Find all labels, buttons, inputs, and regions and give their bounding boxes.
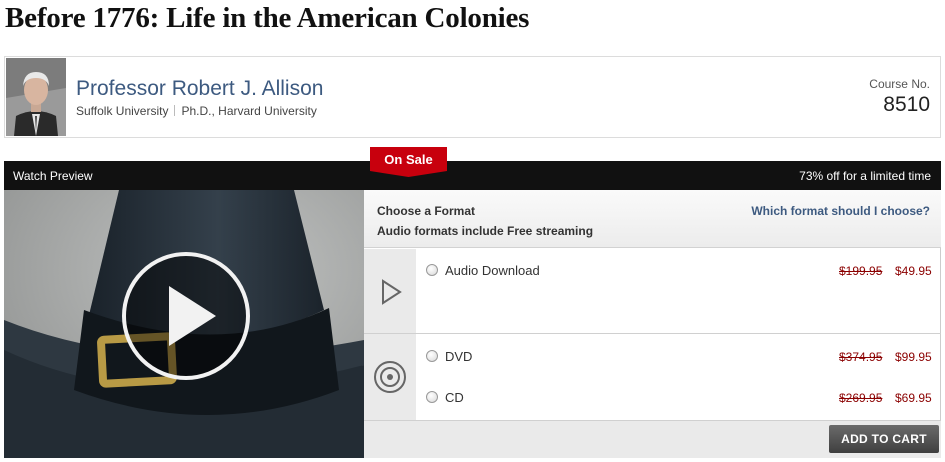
professor-school: Suffolk University (76, 104, 169, 118)
preview-bar: Watch Preview 73% off for a limited time (4, 161, 941, 190)
audio-streaming-note: Audio formats include Free streaming (377, 224, 594, 238)
format-label: Audio Download (445, 263, 540, 278)
course-number-label: Course No. (869, 77, 930, 91)
sale-price: $99.95 (895, 350, 932, 364)
professor-avatar (6, 58, 66, 136)
page-title: Before 1776: Life in the American Coloni… (5, 2, 530, 34)
format-label: CD (445, 390, 464, 405)
professor-degree: Ph.D., Harvard University (181, 104, 317, 118)
old-price: $269.95 (839, 391, 883, 405)
format-option-cd[interactable]: CD (426, 390, 464, 405)
professor-card: Professor Robert J. Allison Suffolk Univ… (4, 56, 941, 138)
course-number: 8510 (883, 93, 930, 116)
video-preview[interactable] (4, 190, 364, 458)
format-option-audio[interactable]: Audio Download (426, 263, 540, 278)
old-price: $374.95 (839, 350, 883, 364)
radio-audio-download[interactable] (426, 264, 438, 276)
discount-text: 73% off for a limited time (799, 169, 931, 183)
play-icon[interactable] (122, 252, 250, 380)
sale-price: $69.95 (895, 391, 932, 405)
audio-format-icon-cell (364, 249, 416, 333)
credential-divider (174, 105, 176, 116)
disc-icon (374, 361, 406, 393)
format-label: DVD (445, 349, 473, 364)
professor-credentials: Suffolk University Ph.D., Harvard Univers… (76, 104, 317, 118)
disc-format-icon-cell (364, 334, 416, 420)
format-panel-header: Choose a Format Audio formats include Fr… (364, 190, 941, 248)
which-format-link[interactable]: Which format should I choose? (751, 204, 930, 218)
radio-dvd[interactable] (426, 350, 438, 362)
format-divider (364, 333, 941, 334)
cart-footer: ADD TO CART (364, 420, 941, 458)
audio-play-icon (382, 279, 402, 305)
on-sale-badge: On Sale (370, 147, 447, 177)
format-option-dvd[interactable]: DVD (426, 349, 472, 364)
add-to-cart-button[interactable]: ADD TO CART (829, 425, 939, 453)
old-price: $199.95 (839, 264, 883, 278)
professor-name[interactable]: Professor Robert J. Allison (76, 77, 323, 101)
sale-price: $49.95 (895, 264, 932, 278)
radio-cd[interactable] (426, 391, 438, 403)
choose-format-heading: Choose a Format (377, 204, 476, 218)
format-panel: Choose a Format Audio formats include Fr… (364, 190, 941, 458)
watch-preview-label[interactable]: Watch Preview (13, 169, 93, 183)
